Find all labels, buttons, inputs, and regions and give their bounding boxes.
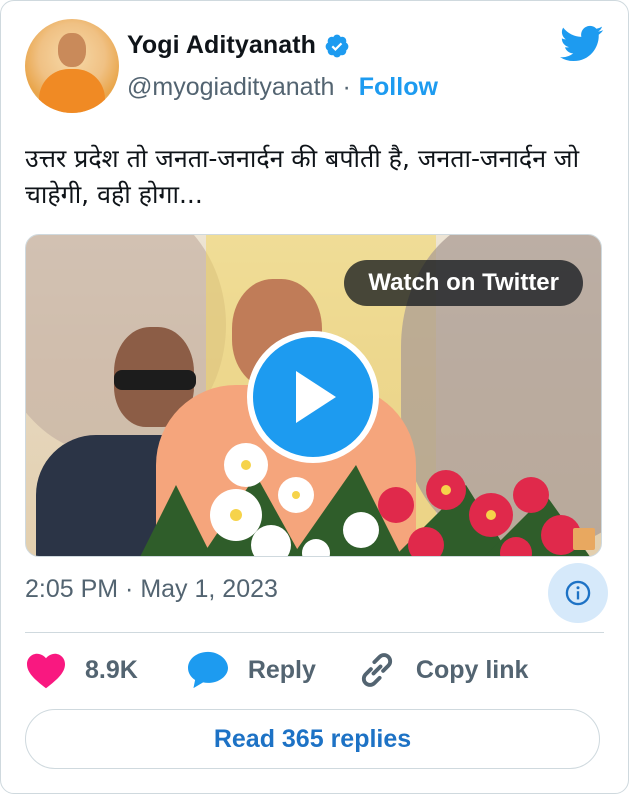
like-button[interactable]: 8.9K: [25, 651, 138, 689]
copy-link-button[interactable]: Copy link: [356, 649, 529, 691]
link-icon: [361, 653, 392, 687]
info-icon: [565, 580, 591, 606]
watch-on-twitter-button[interactable]: Watch on Twitter: [344, 260, 583, 306]
reply-bubble-icon: [187, 651, 228, 689]
reply-button[interactable]: Reply: [186, 650, 316, 690]
author-name[interactable]: Yogi Adityanath: [127, 31, 316, 60]
info-button[interactable]: [548, 563, 608, 623]
twitter-bird-icon[interactable]: [560, 25, 604, 63]
play-icon: [296, 371, 336, 423]
author-name-row: Yogi Adityanath: [127, 31, 350, 60]
action-bar: 8.9K Reply Copy link: [25, 646, 528, 694]
tweet-text: उत्तर प्रदेश तो जनता-जनार्दन की बपौती है…: [25, 144, 580, 209]
tweet-embed-card: Yogi Adityanath @myogiadityanath · Follo…: [0, 0, 629, 794]
follow-button[interactable]: Follow: [359, 73, 438, 102]
author-handle[interactable]: @myogiadityanath: [127, 73, 334, 102]
play-button[interactable]: [247, 331, 379, 463]
read-replies-button[interactable]: Read 365 replies: [25, 709, 600, 769]
author-handle-row: @myogiadityanath · Follow: [127, 73, 438, 102]
separator-dot: ·: [342, 73, 351, 101]
tweet-timestamp[interactable]: 2:05 PM · May 1, 2023: [25, 575, 278, 604]
copy-link-label: Copy link: [415, 655, 529, 684]
video-thumbnail[interactable]: Watch on Twitter: [25, 234, 602, 557]
heart-icon: [27, 653, 65, 689]
like-count: 8.9K: [85, 655, 138, 684]
author-mini-avatar: [573, 528, 595, 550]
verified-badge-icon: [325, 34, 349, 57]
reply-label: Reply: [247, 655, 316, 684]
flower-decoration: [140, 443, 590, 556]
divider: [25, 632, 604, 633]
avatar[interactable]: [25, 19, 119, 113]
tweet-header: Yogi Adityanath @myogiadityanath · Follo…: [25, 19, 604, 119]
